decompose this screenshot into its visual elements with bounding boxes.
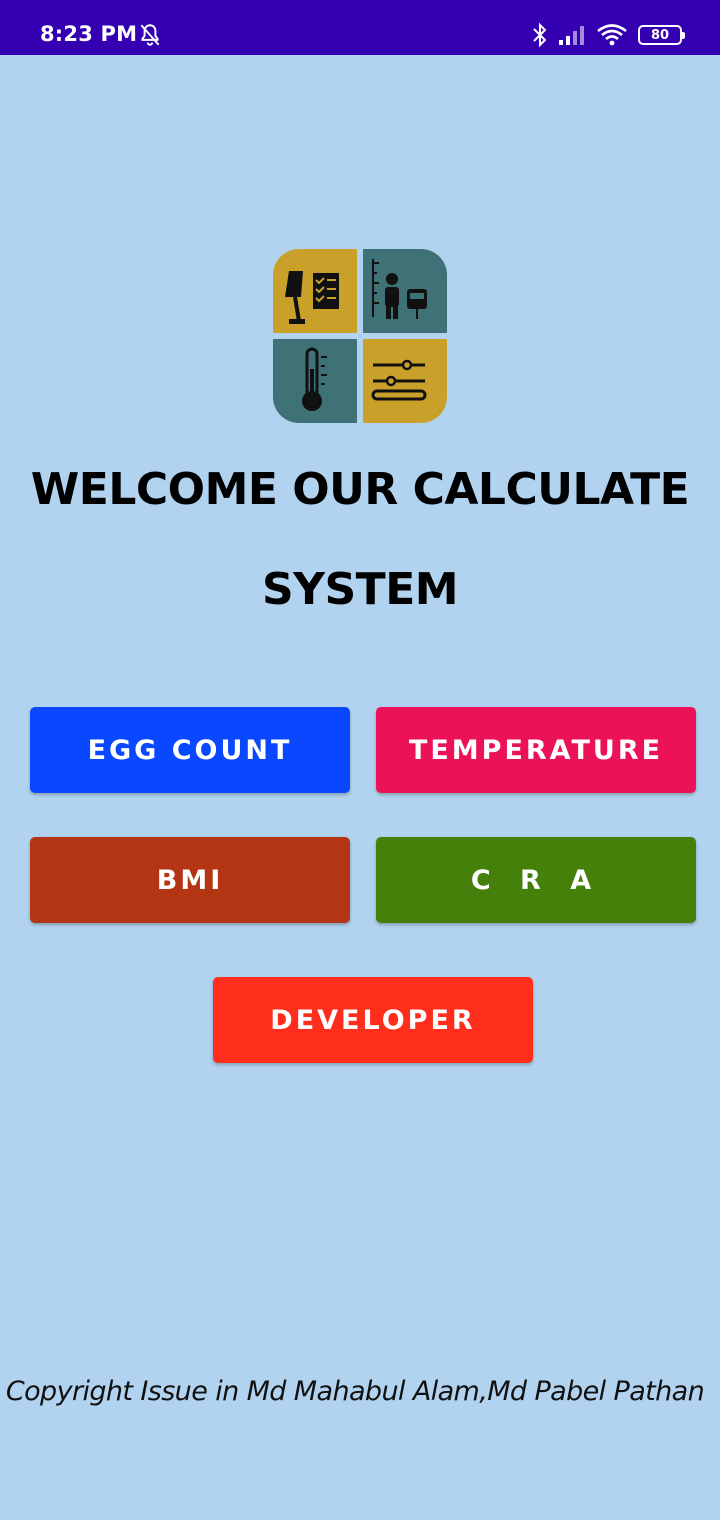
copyright-text: Copyright Issue in Md Mahabul Alam,Md Pa… [5,1376,705,1407]
app-logo [273,249,447,423]
bmi-button[interactable]: BMI [30,837,350,923]
battery-level: 80 [650,27,670,43]
cra-button[interactable]: C R A [376,837,696,923]
bell-off-icon [140,24,160,46]
status-time: 8:23 PM [40,22,138,46]
status-icons: 80 [532,20,685,50]
developer-button[interactable]: DEVELOPER [213,977,533,1063]
page-title: WELCOME OUR CALCULATE SYSTEM [30,464,690,615]
temperature-button[interactable]: TEMPERATURE [376,707,696,793]
wifi-icon [597,24,627,46]
signal-icon [559,26,584,45]
height-scale-person-icon [363,249,447,333]
status-bar: 8:23 PM 80 [0,0,720,55]
thermometer-icon [273,339,357,423]
egg-count-button[interactable]: EGG COUNT [30,707,350,793]
battery-icon: 80 [638,25,685,45]
checklist-lamp-icon [273,249,357,333]
bluetooth-icon [533,22,547,48]
sliders-icon [363,339,447,423]
